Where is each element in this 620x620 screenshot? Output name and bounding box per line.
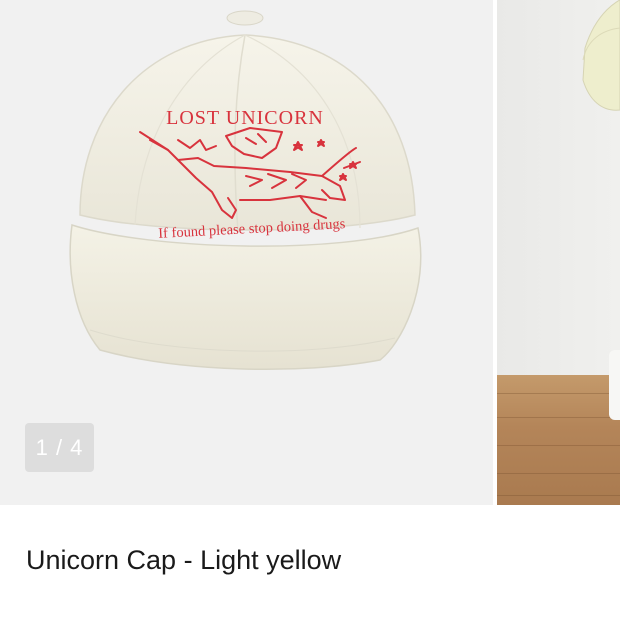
cap-embroidery-title: LOST UNICORN <box>166 107 324 129</box>
product-image-next[interactable] <box>497 0 620 505</box>
wooden-floor <box>497 375 620 505</box>
image-counter: 1 / 4 <box>25 423 94 472</box>
product-title: Unicorn Cap - Light yellow <box>26 545 342 575</box>
cap-partial-image <box>582 0 620 111</box>
product-image-main[interactable]: LOST UNICORN If found please stop doing … <box>0 0 493 505</box>
image-carousel[interactable]: LOST UNICORN If found please stop doing … <box>0 0 620 505</box>
object-partial <box>609 350 620 420</box>
